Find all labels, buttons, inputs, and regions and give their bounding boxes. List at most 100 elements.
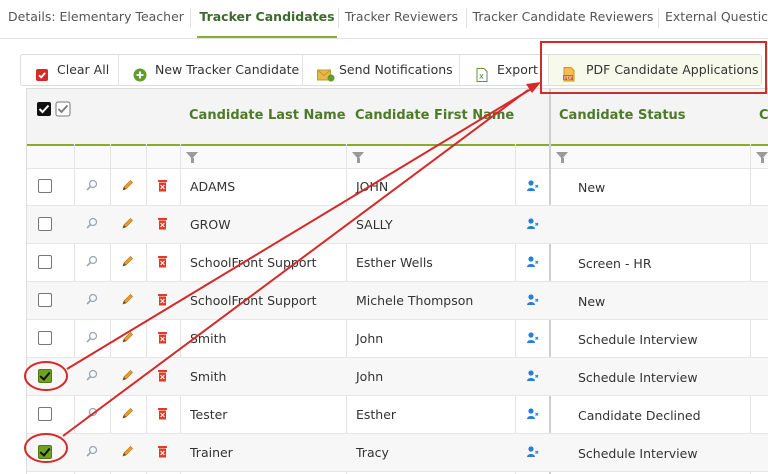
view-magnifier-icon[interactable] bbox=[86, 369, 98, 384]
cell-first-name: Michele Thompson bbox=[356, 293, 474, 308]
row-select-checkbox[interactable] bbox=[38, 293, 52, 307]
cell-status: Candidate Declined bbox=[578, 408, 701, 423]
tab-bar: Details: Elementary Teacher ... Tracker … bbox=[0, 0, 768, 39]
edit-pencil-icon[interactable] bbox=[121, 407, 134, 423]
cell-last-name: ADAMS bbox=[190, 179, 236, 194]
tab-tracker-reviewers[interactable]: Tracker Reviewers bbox=[341, 0, 462, 36]
send-notifications-button[interactable]: Send Notifications bbox=[317, 55, 453, 85]
export-button[interactable]: X Export bbox=[475, 55, 545, 85]
pdf-file-icon: PDF bbox=[562, 63, 576, 82]
delete-trash-icon[interactable] bbox=[157, 179, 168, 195]
cell-first-name: Esther bbox=[356, 407, 397, 422]
edit-pencil-icon[interactable] bbox=[121, 369, 134, 385]
new-tracker-candidate-button[interactable]: New Tracker Candidate bbox=[133, 55, 303, 85]
cell-first-name: John bbox=[356, 331, 384, 346]
view-magnifier-icon[interactable] bbox=[86, 255, 98, 270]
delete-trash-icon[interactable] bbox=[157, 407, 168, 423]
candidate-profile-icon[interactable] bbox=[526, 369, 539, 385]
col-header-next[interactable]: C bbox=[759, 108, 768, 123]
excel-file-icon: X bbox=[475, 63, 489, 82]
delete-trash-icon[interactable] bbox=[157, 217, 168, 233]
view-magnifier-icon[interactable] bbox=[86, 293, 98, 308]
tab-external-questions[interactable]: External Questic bbox=[665, 0, 768, 36]
candidate-profile-icon[interactable] bbox=[526, 407, 539, 423]
cell-status: New bbox=[578, 180, 606, 195]
cell-last-name: Tester bbox=[190, 407, 228, 422]
cell-first-name: John bbox=[356, 369, 384, 384]
grid-toolbar: Clear All New Tracker Candidate Send Not… bbox=[20, 54, 762, 86]
table-row[interactable]: SchoolFront Support Esther Wells Screen - … bbox=[27, 244, 768, 282]
col-header-first-name[interactable]: Candidate First Name bbox=[355, 108, 514, 123]
candidate-profile-icon[interactable] bbox=[526, 255, 539, 271]
cell-status: Schedule Interview bbox=[578, 370, 698, 385]
clear-all-button[interactable]: Clear All bbox=[35, 55, 121, 85]
view-magnifier-icon[interactable] bbox=[86, 445, 98, 460]
row-select-checkbox[interactable] bbox=[38, 217, 52, 231]
cell-status: New bbox=[578, 294, 606, 309]
select-page-icon[interactable] bbox=[55, 101, 73, 120]
col-header-last-name[interactable]: Candidate Last Name bbox=[189, 108, 346, 123]
col-header-status[interactable]: Candidate Status bbox=[559, 108, 686, 123]
toolbar-divider bbox=[118, 55, 119, 85]
candidate-profile-icon[interactable] bbox=[526, 445, 539, 461]
tab-divider bbox=[658, 8, 659, 28]
table-row[interactable]: Tester Esther Candidate Declined bbox=[27, 396, 768, 434]
view-magnifier-icon[interactable] bbox=[86, 179, 98, 194]
delete-trash-icon[interactable] bbox=[157, 293, 168, 309]
cell-status: Schedule Interview bbox=[578, 332, 698, 347]
table-row[interactable]: Smith John Schedule Interview bbox=[27, 358, 768, 396]
cell-last-name: Smith bbox=[190, 331, 227, 346]
edit-pencil-icon[interactable] bbox=[121, 293, 134, 309]
delete-trash-icon[interactable] bbox=[157, 255, 168, 271]
table-row[interactable]: Trainer Tracy Schedule Interview bbox=[27, 434, 768, 472]
edit-pencil-icon[interactable] bbox=[121, 217, 134, 233]
edit-pencil-icon[interactable] bbox=[121, 331, 134, 347]
delete-trash-icon[interactable] bbox=[157, 369, 168, 385]
cell-last-name: SchoolFront Support bbox=[190, 293, 317, 308]
filter-funnel-icon[interactable] bbox=[186, 152, 198, 163]
cell-last-name: SchoolFront Support bbox=[190, 255, 317, 270]
table-row[interactable]: ADAMS JOHN New bbox=[27, 168, 768, 206]
row-select-checkbox[interactable] bbox=[38, 369, 52, 383]
toolbar-divider bbox=[302, 55, 303, 85]
filter-funnel-icon[interactable] bbox=[556, 152, 568, 163]
tab-details[interactable]: Details: Elementary Teacher ... bbox=[8, 0, 188, 36]
row-select-checkbox[interactable] bbox=[38, 179, 52, 193]
row-select-checkbox[interactable] bbox=[38, 255, 52, 269]
select-all-icon[interactable] bbox=[36, 101, 52, 120]
cell-status: Screen - HR bbox=[578, 256, 652, 271]
edit-pencil-icon[interactable] bbox=[121, 445, 134, 461]
row-select-checkbox[interactable] bbox=[38, 407, 52, 421]
clear-checkbox-icon bbox=[35, 63, 49, 81]
row-select-checkbox[interactable] bbox=[38, 445, 52, 459]
cell-first-name: Tracy bbox=[356, 445, 389, 460]
tab-tracker-candidates[interactable]: Tracker Candidates bbox=[197, 0, 337, 38]
cell-first-name: Esther Wells bbox=[356, 255, 433, 270]
filter-funnel-icon[interactable] bbox=[352, 152, 364, 163]
view-magnifier-icon[interactable] bbox=[86, 331, 98, 346]
table-row[interactable]: GROW SALLY bbox=[27, 206, 768, 244]
edit-pencil-icon[interactable] bbox=[121, 179, 134, 195]
tab-tracker-candidate-reviewers[interactable]: Tracker Candidate Reviewers bbox=[470, 0, 656, 36]
candidate-profile-icon[interactable] bbox=[526, 179, 539, 195]
delete-trash-icon[interactable] bbox=[157, 331, 168, 347]
edit-pencil-icon[interactable] bbox=[121, 255, 134, 271]
candidates-grid: Candidate Last Name Candidate First Name… bbox=[26, 88, 768, 474]
filter-funnel-icon[interactable] bbox=[756, 152, 768, 163]
envelope-icon bbox=[317, 63, 335, 82]
table-row[interactable]: SchoolFront Support Michele Thompson New bbox=[27, 282, 768, 320]
row-select-checkbox[interactable] bbox=[38, 331, 52, 345]
candidate-profile-icon[interactable] bbox=[526, 293, 539, 309]
cell-last-name: Trainer bbox=[190, 445, 233, 460]
pdf-candidate-applications-button[interactable]: PDF PDF Candidate Applications bbox=[549, 55, 761, 85]
view-magnifier-icon[interactable] bbox=[86, 407, 98, 422]
table-row[interactable]: Smith John Schedule Interview bbox=[27, 320, 768, 358]
delete-trash-icon[interactable] bbox=[157, 445, 168, 461]
svg-text:PDF: PDF bbox=[564, 75, 573, 81]
candidate-profile-icon[interactable] bbox=[526, 331, 539, 347]
view-magnifier-icon[interactable] bbox=[86, 217, 98, 232]
tab-divider bbox=[190, 8, 191, 28]
candidate-profile-icon[interactable] bbox=[526, 217, 539, 233]
tab-divider bbox=[466, 8, 467, 28]
cell-last-name: GROW bbox=[190, 217, 231, 232]
